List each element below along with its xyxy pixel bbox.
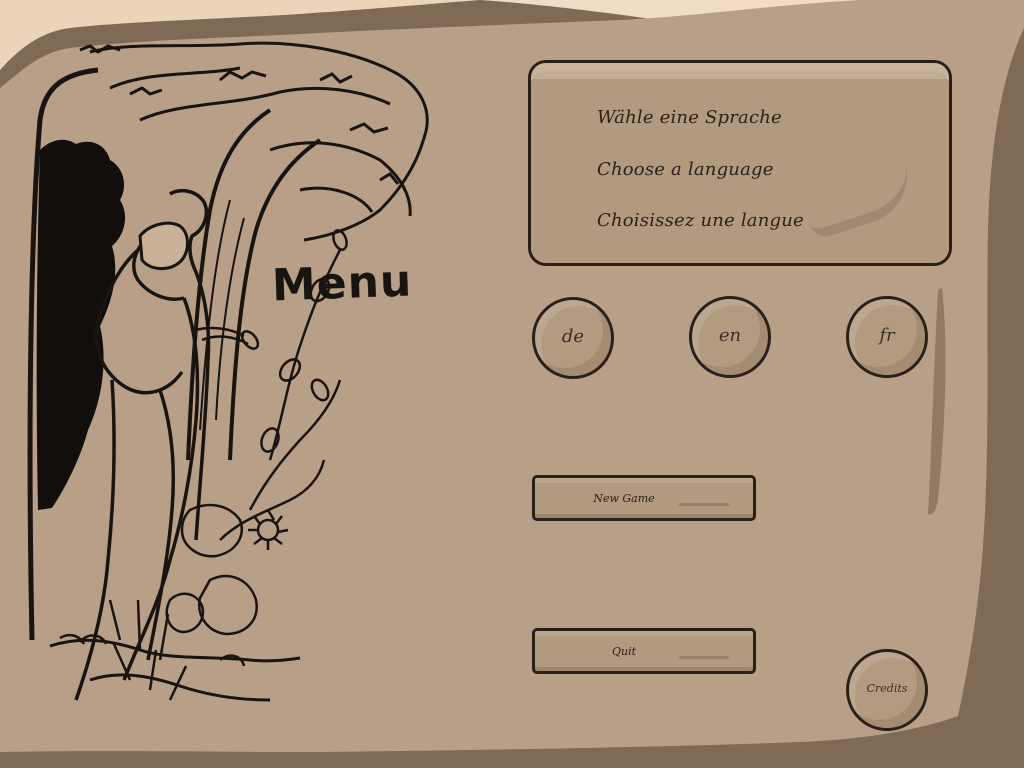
prompt-french: Choisissez une langue — [597, 210, 804, 231]
language-button-fr[interactable]: fr — [846, 296, 928, 378]
language-button-de[interactable]: de — [532, 297, 614, 379]
credits-button[interactable]: Credits — [846, 649, 928, 731]
button-mark — [679, 656, 729, 659]
prompt-german: Wähle eine Sprache — [597, 107, 782, 128]
quit-button[interactable]: Quit — [532, 628, 756, 674]
language-button-label: fr — [879, 324, 895, 346]
language-button-en[interactable]: en — [689, 296, 771, 378]
new-game-label: New Game — [593, 491, 655, 505]
button-mark — [679, 503, 729, 506]
panel-sheen — [531, 63, 949, 79]
new-game-button[interactable]: New Game — [532, 475, 756, 521]
credits-label: Credits — [866, 681, 908, 695]
prompt-english: Choose a language — [597, 159, 774, 180]
couple-under-tree-illustration — [27, 41, 429, 702]
flower-cluster — [165, 503, 289, 636]
language-button-label: en — [718, 324, 742, 346]
menu-title: Menu — [271, 255, 414, 312]
panel-swoosh — [799, 159, 921, 241]
language-button-label: de — [561, 325, 585, 347]
quit-label: Quit — [611, 644, 637, 658]
dark-foliage — [36, 139, 126, 511]
language-panel: Wähle eine Sprache Choose a language Cho… — [528, 60, 952, 266]
